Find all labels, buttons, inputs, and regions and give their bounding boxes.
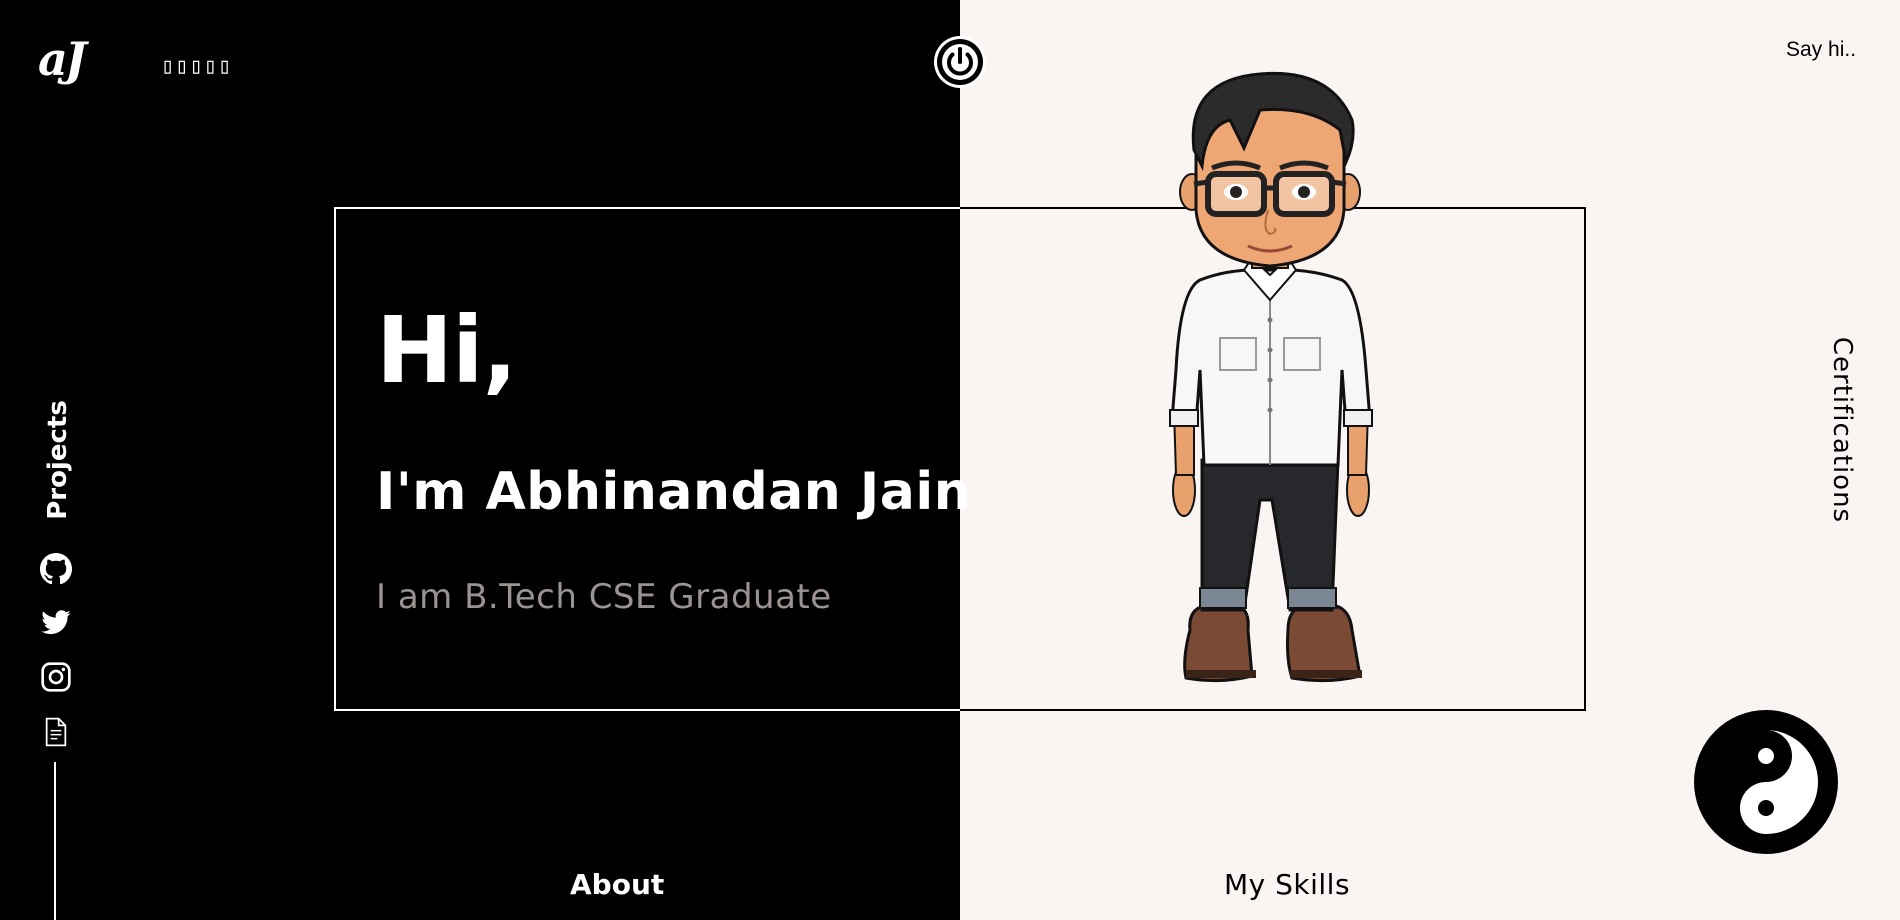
theme-toggle-button[interactable]	[934, 36, 986, 88]
hero-name: I'm Abhinandan Jain	[376, 462, 972, 522]
projects-link[interactable]: Projects	[43, 400, 73, 520]
logo[interactable]: aJ	[38, 36, 87, 82]
about-link[interactable]: About	[570, 868, 664, 901]
resume-link[interactable]	[40, 716, 72, 748]
skills-link[interactable]: My Skills	[1224, 868, 1350, 901]
hero-greeting: Hi,	[376, 297, 517, 404]
avatar-illustration	[1160, 70, 1380, 695]
hero-tagline: I am B.Tech CSE Graduate	[376, 577, 832, 617]
github-icon	[40, 553, 72, 585]
social-divider-line	[54, 762, 56, 920]
power-icon	[937, 39, 983, 85]
unrendered-icon-glyphs: ▯▯▯▯▯	[161, 54, 233, 79]
twitter-icon	[41, 610, 71, 635]
twitter-link[interactable]	[40, 607, 72, 639]
instagram-icon	[41, 662, 71, 692]
github-link[interactable]	[40, 553, 72, 585]
instagram-link[interactable]	[40, 661, 72, 693]
document-icon	[45, 717, 67, 747]
yin-yang-icon	[1694, 710, 1838, 854]
say-hi-link[interactable]: Say hi..	[1786, 38, 1856, 62]
yin-yang-button[interactable]	[1694, 710, 1838, 854]
hero-frame-left	[334, 207, 960, 711]
certifications-link[interactable]: Certifications	[1827, 337, 1857, 523]
